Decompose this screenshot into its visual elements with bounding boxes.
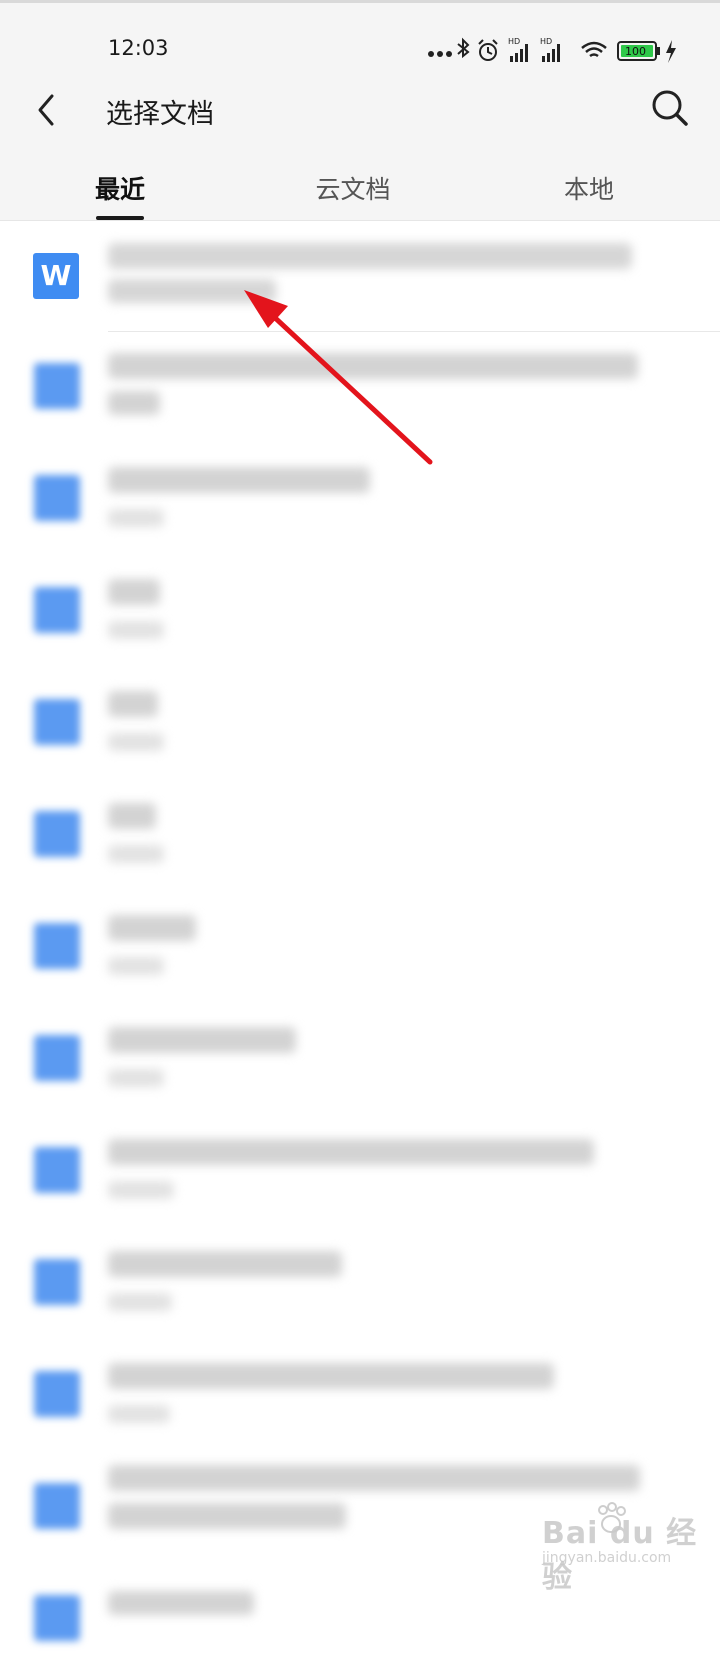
list-item[interactable] [0,1229,720,1341]
list-item[interactable]: W [0,221,720,333]
status-icons: HD HD 100 [428,37,676,63]
file-meta-redacted [108,733,164,751]
doc-icon [34,587,80,633]
title-bar: 选择文档 [0,78,720,142]
file-name-redacted [108,915,196,941]
back-chevron-icon[interactable] [28,88,68,132]
watermark-url: jingyan.baidu.com [542,1550,672,1566]
app-header: 12:03 HD HD 100 选择文档 最近 云文档 本地 [0,0,720,221]
list-item[interactable] [0,781,720,893]
list-item[interactable] [0,1117,720,1229]
doc-icon [34,1259,80,1305]
charging-icon [666,40,676,63]
battery-level: 100 [625,45,646,58]
list-item[interactable] [0,333,720,445]
doc-icon [34,1595,80,1641]
status-bar: 12:03 HD HD 100 [0,24,720,74]
file-meta-redacted [108,509,164,527]
file-meta-redacted [108,1293,172,1311]
baidu-watermark: Bai du 经验 jingyan.baidu.com [540,1500,700,1595]
file-name-redacted [108,243,632,269]
word-doc-icon: W [33,253,79,299]
doc-icon [34,1371,80,1417]
file-meta-redacted [108,1069,164,1087]
file-meta-redacted [108,1181,174,1199]
tab-bar: 最近 云文档 本地 [0,160,720,220]
file-meta-redacted [108,1405,170,1423]
list-item[interactable] [0,893,720,1005]
file-name-redacted [108,579,160,605]
doc-icon [34,363,80,409]
file-name-redacted [108,1465,640,1491]
doc-icon [34,699,80,745]
file-name-redacted [108,1027,296,1053]
doc-icon [34,1035,80,1081]
doc-icon [34,811,80,857]
signal-hd-icon: HD [508,37,528,62]
tab-cloud-docs[interactable]: 云文档 [310,170,396,206]
file-name-redacted-line2 [108,391,160,415]
file-name-redacted [108,1363,554,1389]
battery-icon: 100 [617,41,660,61]
list-item[interactable] [0,557,720,669]
status-time: 12:03 [108,36,169,60]
file-name-redacted [108,803,156,829]
file-name-redacted [108,1591,254,1615]
bluetooth-icon [457,37,470,59]
alarm-icon [478,39,498,61]
file-meta-redacted [108,845,164,863]
file-name-redacted [108,691,158,717]
doc-icon [34,475,80,521]
file-name-redacted [108,1139,594,1165]
file-meta-redacted [108,621,164,639]
search-icon[interactable] [648,86,692,130]
list-item[interactable] [0,1341,720,1453]
file-name-redacted [108,1251,342,1277]
paw-icon [598,1502,626,1533]
tab-local[interactable]: 本地 [560,170,618,206]
active-tab-indicator [96,216,144,220]
more-dots-icon [428,51,452,57]
list-item[interactable] [0,669,720,781]
file-name-redacted-line2 [108,1503,346,1529]
top-divider [0,0,720,3]
file-name-redacted [108,353,638,379]
signal-hd-icon: HD [540,37,560,62]
svg-text:HD: HD [508,37,520,46]
page-title: 选择文档 [106,99,214,130]
doc-icon [34,1483,80,1529]
file-name-redacted [108,467,370,493]
doc-icon [34,923,80,969]
svg-text:HD: HD [540,37,552,46]
tab-recent[interactable]: 最近 [92,170,148,206]
file-meta-redacted [108,957,164,975]
doc-icon [34,1147,80,1193]
file-name-redacted-line2 [108,279,276,303]
wifi-icon [581,41,607,58]
row-divider [108,331,720,332]
list-item[interactable] [0,1005,720,1117]
list-item[interactable] [0,445,720,557]
